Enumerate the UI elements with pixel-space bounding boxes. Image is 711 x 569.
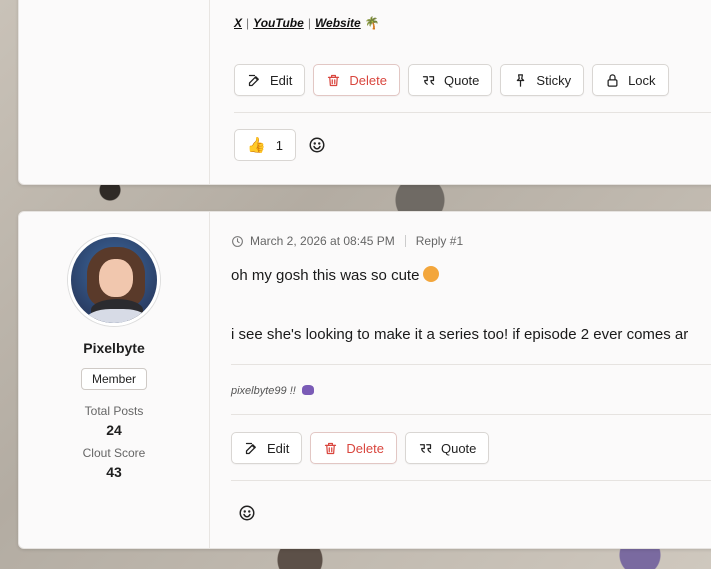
- post-meta: March 2, 2026 at 08:45 PM Reply #1: [231, 234, 463, 248]
- delete-label: Delete: [346, 440, 384, 456]
- reaction-count: 1: [275, 137, 283, 153]
- edit-button[interactable]: Edit: [234, 64, 306, 96]
- reaction-button[interactable]: 👍 1: [234, 129, 296, 161]
- alien-icon: [301, 385, 314, 395]
- quote-label: Quote: [440, 440, 477, 456]
- post-paragraph: oh my gosh this was so cute: [231, 266, 440, 284]
- signature-link-youtube[interactable]: YouTube: [253, 16, 304, 30]
- post-paragraph: i see she's looking to make it a series …: [231, 326, 689, 343]
- quote-button[interactable]: Quote: [407, 64, 493, 96]
- delete-button[interactable]: Delete: [310, 432, 397, 464]
- thumbs-up-icon: 👍: [247, 137, 266, 154]
- divider: [231, 480, 711, 481]
- author-name[interactable]: Pixelbyte: [83, 340, 144, 356]
- signature-link-website[interactable]: Website: [315, 16, 361, 30]
- add-reaction-icon[interactable]: [238, 504, 256, 522]
- edit-icon: [248, 74, 259, 86]
- delete-label: Delete: [349, 72, 387, 88]
- post-actions: Edit Delete Quote Sticky Lock: [234, 64, 669, 96]
- quote-icon: [419, 443, 432, 453]
- quote-button[interactable]: Quote: [404, 432, 490, 464]
- lock-icon: [607, 73, 618, 87]
- reply-content: March 2, 2026 at 08:45 PM Reply #1 oh my…: [210, 212, 711, 548]
- clout-score-value: 43: [106, 464, 122, 480]
- lock-button[interactable]: Lock: [592, 64, 669, 96]
- delete-button[interactable]: Delete: [313, 64, 400, 96]
- sticky-button[interactable]: Sticky: [500, 64, 585, 96]
- divider: [231, 414, 711, 415]
- signature-text: pixelbyte99 !!: [231, 385, 296, 397]
- post-timestamp: March 2, 2026 at 08:45 PM: [250, 234, 395, 248]
- divider: [234, 112, 711, 113]
- reply-number[interactable]: Reply #1: [416, 234, 463, 248]
- add-reaction-icon[interactable]: [308, 136, 326, 154]
- edit-label: Edit: [270, 72, 293, 88]
- signature-links: X | YouTube | Website 🌴: [234, 16, 380, 30]
- clock-icon: [232, 235, 243, 247]
- link-separator: |: [307, 16, 311, 30]
- divider: [231, 364, 711, 365]
- quote-label: Quote: [443, 72, 480, 88]
- role-badge: Member: [80, 368, 147, 390]
- reply-actions: Edit Delete Quote: [231, 432, 490, 464]
- post-card: X | YouTube | Website 🌴 Edit Delete Quote Sti…: [18, 0, 711, 185]
- signature: pixelbyte99 !!: [231, 385, 314, 397]
- clout-score-label: Clout Score: [82, 446, 146, 460]
- edit-button[interactable]: Edit: [231, 432, 303, 464]
- paragraph-text: oh my gosh this was so cute: [231, 267, 420, 284]
- post-content: X | YouTube | Website 🌴 Edit Delete Quote Sti…: [210, 0, 711, 184]
- total-posts-label: Total Posts: [84, 404, 144, 418]
- palm-tree-icon: 🌴: [364, 16, 380, 30]
- post-author-sidebar: [19, 0, 210, 184]
- signature-link-x[interactable]: X: [234, 16, 242, 30]
- edit-icon: [245, 442, 256, 454]
- author-sidebar: Pixelbyte Member Total Posts 24 Clout Sc…: [19, 212, 210, 548]
- smiling-emoji-icon: [423, 266, 440, 282]
- avatar[interactable]: [68, 234, 160, 326]
- reply-card: Pixelbyte Member Total Posts 24 Clout Sc…: [18, 211, 711, 549]
- total-posts-value: 24: [106, 422, 122, 438]
- link-separator: |: [246, 16, 250, 30]
- sticky-label: Sticky: [536, 72, 572, 88]
- trash-icon: [325, 442, 337, 454]
- pin-icon: [517, 73, 525, 87]
- quote-icon: [422, 75, 435, 85]
- meta-separator: [404, 235, 406, 247]
- trash-icon: [328, 74, 340, 86]
- lock-label: Lock: [628, 72, 656, 88]
- edit-label: Edit: [267, 440, 290, 456]
